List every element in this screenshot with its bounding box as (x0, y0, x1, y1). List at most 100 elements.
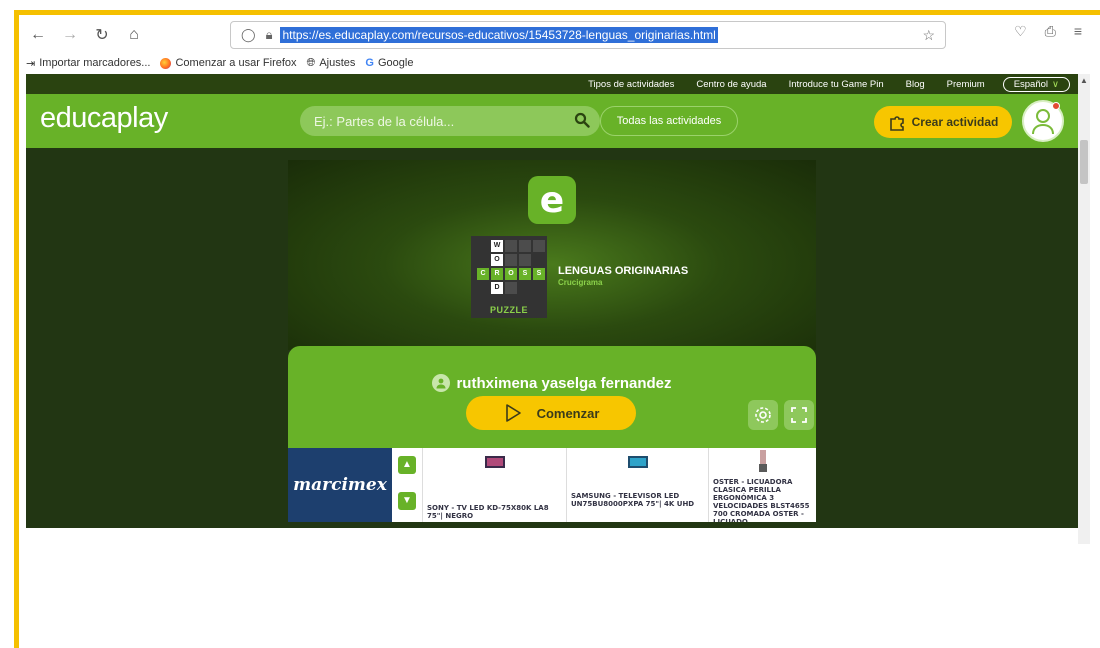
puzzle-cell-s: S (519, 268, 531, 280)
back-icon[interactable]: ← (26, 23, 50, 47)
gear-icon (755, 407, 771, 423)
start-button[interactable]: Comenzar (466, 396, 636, 430)
bookmark-firefox[interactable]: Comenzar a usar Firefox (160, 57, 297, 69)
activity-panel: ruthximena yaselga fernandez Comenzar (288, 346, 816, 450)
puzzle-cell-empty (533, 240, 545, 252)
puzzle-cell-s2: S (533, 268, 545, 280)
scrollbar-thumb[interactable] (1080, 140, 1088, 184)
reload-icon[interactable]: ↻ (90, 23, 114, 47)
ad-product-text: SONY - TV LED KD-75X80K LA8 75"| NEGRO (427, 504, 549, 520)
puzzle-cell-o2: O (505, 268, 517, 280)
bookmark-google[interactable]: G Google (365, 57, 413, 69)
web-viewport: Tipos de actividades Centro de ayuda Int… (26, 74, 1078, 528)
search-box (300, 106, 600, 136)
puzzle-cell-empty (505, 240, 517, 252)
author-name: ruthximena yaselga fernandez (456, 374, 672, 392)
ad-product-text: OSTER - LICUADORA CLASICA PERILLA ERGONÓ… (713, 478, 810, 522)
toolbar-right-icons: ♡ ⎙ ≡ (1014, 23, 1082, 40)
bookmark-label: Google (377, 57, 414, 69)
ad-banner[interactable]: marcimex ▲ ▼ SONY - TV LED KD-75X80K LA8… (288, 448, 816, 522)
puzzle-icon (889, 116, 904, 131)
firefox-icon (160, 57, 172, 69)
play-icon (505, 404, 521, 422)
bookmark-label: Ajustes (319, 57, 356, 69)
bookmark-label: Importar marcadores... (39, 57, 151, 69)
create-activity-label: Crear actividad (911, 115, 999, 129)
logo-light: play (116, 102, 169, 134)
ad-product[interactable]: SONY - TV LED KD-75X80K LA8 75"| NEGRO (422, 448, 566, 522)
search-icon[interactable] (574, 112, 590, 128)
globe-icon: 🌐︎ (306, 56, 316, 69)
fullscreen-button[interactable] (784, 400, 814, 430)
user-icon (1032, 109, 1054, 135)
puzzle-cell-empty (519, 240, 531, 252)
start-label: Comenzar (536, 405, 600, 421)
ad-up-arrow-icon[interactable]: ▲ (398, 456, 416, 474)
bookmark-label: Comenzar a usar Firefox (175, 57, 297, 69)
url-bar[interactable]: ◯ 🔒︎ https://es.educaplay.com/recursos-e… (230, 21, 946, 49)
nav-activity-types[interactable]: Tipos de actividades (588, 79, 674, 90)
ad-arrows: ▲ ▼ (392, 448, 422, 522)
author-row[interactable]: ruthximena yaselga fernandez (288, 374, 816, 392)
tv-image-icon (627, 456, 648, 468)
bookmark-star-icon[interactable]: ☆ (922, 27, 935, 44)
ad-product[interactable]: OSTER - LICUADORA CLASICA PERILLA ERGONÓ… (708, 448, 816, 522)
puzzle-label: PUZZLE (490, 305, 528, 315)
frame-left (14, 10, 19, 648)
forward-icon[interactable]: → (58, 23, 82, 47)
top-nav: Tipos de actividades Centro de ayuda Int… (26, 74, 1078, 94)
create-activity-button[interactable]: Crear actividad (874, 106, 1012, 138)
ad-brand-logo[interactable]: marcimex (288, 448, 392, 522)
puzzle-cell-empty (505, 254, 517, 266)
puzzle-cell-d: D (491, 282, 503, 294)
extensions-icon[interactable]: ⎙ (1045, 23, 1056, 40)
activity-preview: e W O C R O S S D PUZZLE LENGUAS ORIGINA… (288, 160, 816, 350)
activity-title: LENGUAS ORIGINARIAS (558, 265, 689, 277)
blender-image-icon (758, 450, 767, 472)
language-label: Español (1013, 78, 1049, 90)
puzzle-cell-r: R (491, 268, 503, 280)
home-icon[interactable]: ⌂ (122, 23, 146, 47)
activity-type: Crucigrama (558, 278, 603, 287)
all-activities-button[interactable]: Todas las actividades (600, 106, 738, 136)
logo-bold: educa (40, 102, 117, 134)
puzzle-cell-c: C (477, 268, 489, 280)
frame-top-bar (14, 10, 1100, 15)
language-selector[interactable]: Español ∨ (1002, 76, 1070, 92)
chevron-down-icon: ∨ (1052, 78, 1059, 90)
bookmark-ajustes[interactable]: 🌐︎ Ajustes (307, 57, 356, 70)
puzzle-cell-w: W (491, 240, 503, 252)
ad-down-arrow-icon[interactable]: ▼ (398, 492, 416, 510)
nav-game-pin[interactable]: Introduce tu Game Pin (789, 79, 884, 90)
ad-product[interactable]: SAMSUNG - TELEVISOR LED UN75BU8000PXPA 7… (566, 448, 708, 522)
settings-button[interactable] (748, 400, 778, 430)
user-avatar[interactable] (1022, 100, 1064, 142)
search-input[interactable] (314, 113, 564, 129)
nav-premium[interactable]: Premium (947, 79, 985, 90)
scroll-up-icon[interactable]: ▲ (1079, 76, 1089, 86)
educaplay-badge: e (528, 176, 576, 224)
nav-help-center[interactable]: Centro de ayuda (696, 79, 766, 90)
bookmark-import[interactable]: ⇥ Importar marcadores... (26, 57, 150, 70)
pocket-icon[interactable]: ♡ (1014, 23, 1027, 40)
browser-toolbar: ← → ↻ ⌂ ◯ 🔒︎ https://es.educaplay.com/re… (26, 18, 1090, 52)
lock-icon[interactable]: 🔒︎ (266, 27, 273, 43)
crossword-thumbnail: W O C R O S S D PUZZLE (471, 236, 547, 318)
puzzle-cell-empty (519, 254, 531, 266)
tv-image-icon (484, 456, 505, 468)
nav-blog[interactable]: Blog (906, 79, 925, 90)
author-avatar-icon (432, 374, 451, 392)
menu-icon[interactable]: ≡ (1074, 23, 1082, 40)
educaplay-logo[interactable]: educaplay (40, 102, 168, 135)
puzzle-cell-o: O (491, 254, 503, 266)
frame-top (0, 0, 1100, 15)
puzzle-cell-empty (505, 282, 517, 294)
url-text[interactable]: https://es.educaplay.com/recursos-educat… (280, 27, 718, 43)
google-icon: G (365, 57, 374, 69)
shield-icon[interactable]: ◯ (241, 27, 256, 43)
ad-product-text: SAMSUNG - TELEVISOR LED UN75BU8000PXPA 7… (571, 492, 695, 508)
site-header: educaplay Todas las actividades Crear ac… (26, 94, 1078, 148)
import-icon: ⇥ (26, 57, 36, 70)
bookmarks-bar: ⇥ Importar marcadores... Comenzar a usar … (26, 52, 1090, 74)
notification-dot (1052, 102, 1060, 110)
